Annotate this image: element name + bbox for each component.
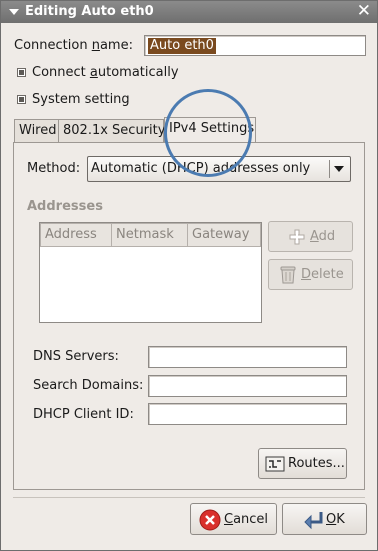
tab-wired[interactable]: Wired	[14, 119, 59, 143]
delete-button-label: Delete	[301, 267, 344, 282]
routes-button[interactable]: Routes...	[258, 448, 347, 479]
column-header-netmask[interactable]: Netmask	[111, 223, 188, 247]
routes-button-label: Routes...	[288, 456, 345, 471]
addresses-table[interactable]: Address Netmask Gateway	[39, 222, 262, 323]
chevron-down-icon	[334, 166, 344, 172]
system-setting-checkbox[interactable]	[17, 95, 26, 104]
cancel-button[interactable]: Cancel	[190, 503, 277, 535]
ok-button[interactable]: OK	[282, 503, 367, 535]
dns-servers-input[interactable]	[148, 346, 347, 368]
tab-802-1x-security[interactable]: 802.1x Security	[58, 119, 165, 143]
routes-icon	[265, 456, 285, 472]
connection-name-label: Connection name:	[14, 38, 133, 53]
dns-servers-label: DNS Servers:	[33, 349, 119, 364]
trash-icon	[280, 266, 296, 284]
connect-automatically-checkbox[interactable]	[17, 68, 26, 77]
method-label: Method:	[27, 161, 81, 176]
titlebar: Editing Auto eth0 ✕	[1, 1, 377, 23]
connection-name-value: Auto eth0	[148, 38, 216, 54]
addresses-label: Addresses	[27, 199, 103, 214]
delete-address-button[interactable]: Delete	[268, 259, 353, 290]
close-icon[interactable]: ✕	[357, 2, 371, 20]
dhcp-client-id-label: DHCP Client ID:	[33, 407, 134, 422]
cancel-button-label: Cancel	[224, 512, 269, 527]
column-header-gateway[interactable]: Gateway	[187, 223, 261, 247]
connection-editor-window: Editing Auto eth0 ✕ Connection name: Aut…	[0, 0, 378, 551]
column-header-address[interactable]: Address	[40, 223, 112, 247]
highlight-ring	[164, 89, 252, 177]
search-domains-input[interactable]	[148, 375, 347, 397]
add-address-button[interactable]: Add	[268, 221, 353, 252]
footer-divider	[13, 497, 365, 498]
add-button-label: Add	[310, 229, 336, 244]
dropdown-separator	[329, 160, 330, 178]
ok-return-icon	[304, 512, 323, 530]
connection-name-input[interactable]: Auto eth0	[144, 35, 366, 56]
window-title: Editing Auto eth0	[25, 4, 154, 19]
connect-automatically-label[interactable]: Connect automatically	[32, 65, 179, 80]
dhcp-client-id-input[interactable]	[148, 403, 347, 425]
search-domains-label: Search Domains:	[33, 378, 144, 393]
window-menu-arrow-icon[interactable]	[9, 9, 19, 15]
plus-icon	[289, 229, 305, 245]
ok-button-label: OK	[326, 512, 345, 527]
system-setting-label[interactable]: System setting	[32, 92, 130, 107]
cancel-icon	[199, 509, 221, 531]
